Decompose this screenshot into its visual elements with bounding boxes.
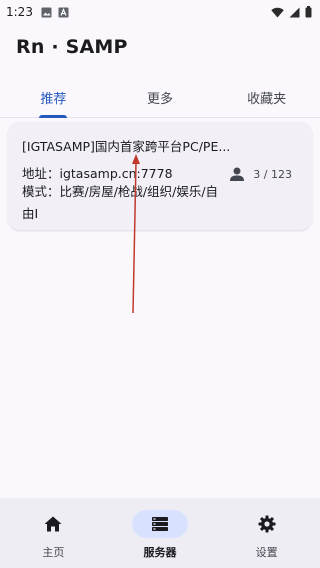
nav-settings[interactable]: 设置 (213, 498, 320, 568)
bottom-navigation: 主页 服务器 设置 (0, 498, 320, 568)
image-notification-icon (41, 7, 52, 17)
server-address: 地址：igtasamp.cn:7778 (22, 166, 173, 181)
home-icon (44, 516, 62, 532)
gear-icon (258, 515, 276, 533)
tab-recommended[interactable]: 推荐 (0, 78, 107, 118)
wifi-icon (271, 7, 284, 17)
tab-bar: 推荐 更多 收藏夹 (0, 78, 320, 118)
tab-indicator (39, 115, 68, 118)
nav-active-indicator (132, 510, 188, 538)
tab-label: 收藏夹 (247, 92, 287, 107)
status-bar: 1:23 (0, 0, 320, 24)
server-name: [IGTASAMP]国内首家跨平台PC/PE... (22, 139, 231, 154)
server-mode: 模式：比赛/房屋/枪战/组织/娱乐/自 (22, 184, 219, 199)
nav-home-label: 主页 (42, 546, 65, 559)
status-time: 1:23 (6, 5, 33, 19)
nav-servers[interactable]: 服务器 (107, 498, 214, 568)
server-mode-continued: 由I (22, 206, 39, 221)
player-count-text: 3 / 123 (253, 167, 292, 181)
battery-icon (305, 6, 312, 18)
player-count: 3 / 123 (229, 166, 292, 182)
app-notification-icon (58, 7, 69, 17)
server-list-icon (152, 517, 168, 531)
tab-label: 更多 (147, 92, 174, 107)
person-icon (230, 167, 245, 181)
server-card[interactable]: [IGTASAMP]国内首家跨平台PC/PE... 地址：igtasamp.cn… (8, 122, 312, 230)
nav-servers-label: 服务器 (143, 546, 177, 559)
signal-icon (289, 7, 300, 17)
nav-settings-label: 设置 (255, 546, 278, 559)
app-title: Rn · SAMP (16, 36, 128, 58)
tab-favorites[interactable]: 收藏夹 (213, 78, 320, 117)
tab-label: 推荐 (40, 92, 67, 107)
tab-more[interactable]: 更多 (107, 78, 214, 117)
nav-home[interactable]: 主页 (0, 498, 107, 568)
